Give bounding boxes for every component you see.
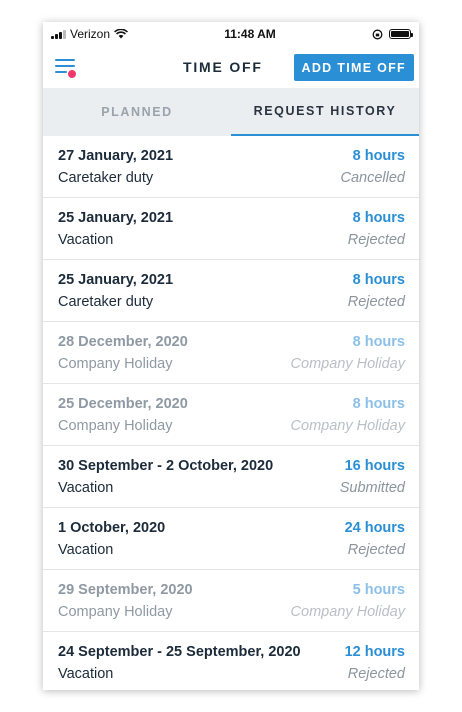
menu-button[interactable]: [55, 55, 79, 79]
page-title: TIME OFF: [183, 59, 263, 75]
request-status: Company Holiday: [290, 603, 405, 620]
notification-dot-icon: [67, 69, 77, 79]
list-item[interactable]: 29 September, 2020 5 hours Company Holida…: [43, 570, 419, 632]
request-type: Vacation: [58, 479, 114, 496]
request-type: Vacation: [58, 231, 114, 248]
add-time-off-button[interactable]: ADD TIME OFF: [293, 54, 414, 81]
phone-screen: Verizon 11:48 AM TIME OFF ADD TIME OFF P…: [43, 22, 419, 690]
request-type: Company Holiday: [58, 603, 173, 620]
orientation-lock-icon: [372, 29, 383, 39]
request-type: Caretaker duty: [58, 169, 154, 186]
status-bar: Verizon 11:48 AM: [43, 22, 419, 46]
request-status: Company Holiday: [290, 417, 405, 434]
list-item[interactable]: 25 January, 2021 8 hours Vacation Rejected: [43, 198, 419, 260]
request-date: 25 December, 2020: [58, 395, 188, 412]
request-type: Company Holiday: [58, 417, 173, 434]
request-date: 27 January, 2021: [58, 147, 174, 164]
tab-bar: PLANNED REQUEST HISTORY: [43, 88, 419, 136]
request-date: 25 January, 2021: [58, 271, 174, 288]
request-hours: 8 hours: [352, 209, 405, 226]
request-status: Rejected: [347, 665, 405, 682]
carrier-label: Verizon: [70, 27, 111, 41]
tab-request-history[interactable]: REQUEST HISTORY: [231, 88, 419, 136]
request-status: Rejected: [347, 293, 405, 310]
request-status: Submitted: [339, 479, 405, 496]
tab-planned[interactable]: PLANNED: [43, 88, 231, 136]
request-status: Cancelled: [340, 169, 406, 186]
request-hours: 12 hours: [344, 643, 405, 660]
request-hours: 8 hours: [352, 395, 405, 412]
list-item[interactable]: 28 December, 2020 8 hours Company Holiday…: [43, 322, 419, 384]
battery-icon: [389, 29, 413, 39]
request-date: 24 September - 25 September, 2020: [58, 643, 301, 660]
list-item[interactable]: 25 January, 2021 8 hours Caretaker duty Re…: [43, 260, 419, 322]
status-left: Verizon: [51, 27, 128, 41]
request-type: Vacation: [58, 541, 114, 558]
wifi-icon: [114, 29, 128, 39]
request-hours: 24 hours: [344, 519, 405, 536]
list-item[interactable]: 27 January, 2021 8 hours Caretaker duty Ca…: [43, 136, 419, 198]
request-status: Rejected: [347, 231, 405, 248]
request-date: 29 September, 2020: [58, 581, 193, 598]
status-right: [372, 29, 413, 40]
request-type: Caretaker duty: [58, 293, 154, 310]
request-hours: 5 hours: [352, 581, 405, 598]
signal-icon: [51, 29, 66, 39]
list-item[interactable]: 24 September - 25 September, 2020 12 hour…: [43, 632, 419, 690]
request-hours: 8 hours: [352, 271, 405, 288]
request-date: 1 October, 2020: [58, 519, 166, 536]
request-hours: 8 hours: [352, 147, 405, 164]
list-item[interactable]: 30 September - 2 October, 2020 16 hours V…: [43, 446, 419, 508]
request-date: 25 January, 2021: [58, 209, 174, 226]
request-date: 30 September - 2 October, 2020: [58, 457, 274, 474]
list-item[interactable]: 1 October, 2020 24 hours Vacation Rejected: [43, 508, 419, 570]
request-hours: 8 hours: [352, 333, 405, 350]
request-status: Rejected: [347, 541, 405, 558]
request-hours: 16 hours: [344, 457, 405, 474]
request-date: 28 December, 2020: [58, 333, 188, 350]
app-header: TIME OFF ADD TIME OFF: [43, 46, 419, 88]
request-list: 27 January, 2021 8 hours Caretaker duty Ca…: [43, 136, 419, 690]
clock-time: 11:48 AM: [224, 27, 276, 41]
request-status: Company Holiday: [290, 355, 405, 372]
request-type: Vacation: [58, 665, 114, 682]
list-item[interactable]: 25 December, 2020 8 hours Company Holiday…: [43, 384, 419, 446]
request-type: Company Holiday: [58, 355, 173, 372]
